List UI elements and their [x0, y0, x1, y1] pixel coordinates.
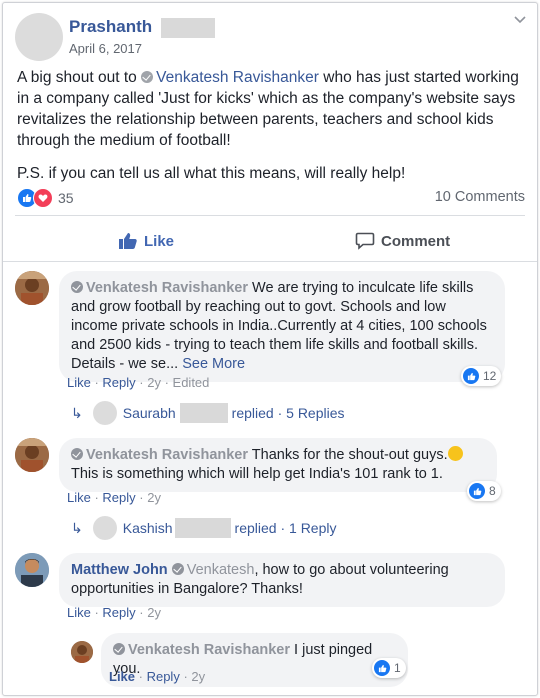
- post-author-name[interactable]: Prashanth: [69, 17, 152, 36]
- comment-reply-link[interactable]: Reply: [102, 490, 135, 505]
- reply-like-link[interactable]: Like: [109, 669, 135, 684]
- verified-icon: [141, 71, 154, 83]
- commenter-name[interactable]: Venkatesh Ravishanker: [86, 280, 248, 296]
- post-body: A big shout out to Venkatesh Ravishanker…: [17, 67, 527, 196]
- commenter-avatar[interactable]: [15, 271, 49, 305]
- see-more-link[interactable]: See More: [182, 356, 245, 372]
- commenter-avatar[interactable]: [15, 553, 49, 587]
- reaction-count: 35: [58, 190, 74, 206]
- comment-actions: Like · Reply · 2y: [67, 605, 161, 620]
- comment-like-link[interactable]: Like: [67, 375, 91, 390]
- comment-reactions[interactable]: 12: [461, 366, 502, 386]
- reply-summary[interactable]: ↳ Saurabh replied · 5 Replies: [71, 401, 345, 425]
- comment-button-label: Comment: [381, 232, 451, 250]
- redacted-surname: [174, 518, 231, 538]
- post-mention[interactable]: Venkatesh Ravishanker: [141, 69, 319, 86]
- divider: [3, 261, 537, 262]
- reply-actions: Like · Reply · 2y: [109, 669, 206, 684]
- reply-arrow-icon: ↳: [71, 519, 83, 536]
- replier-name[interactable]: Saurabh: [123, 405, 176, 421]
- comment-reactions[interactable]: 8: [467, 481, 501, 501]
- verified-icon: [113, 643, 125, 655]
- like-reaction-icon: [463, 368, 479, 384]
- comment-like-link[interactable]: Like: [67, 605, 91, 620]
- comments-count[interactable]: 10 Comments: [435, 189, 525, 205]
- comment-age[interactable]: 2y: [147, 375, 161, 390]
- verified-icon: [171, 563, 184, 575]
- post-date[interactable]: April 6, 2017: [69, 41, 142, 56]
- comment-reaction-count: 8: [489, 484, 496, 498]
- like-reaction-icon: [469, 483, 485, 499]
- reply-age[interactable]: 2y: [191, 669, 205, 684]
- comment-bubble: Matthew John Venkatesh, how to go about …: [59, 553, 505, 607]
- comment-age[interactable]: 2y: [147, 605, 161, 620]
- like-reaction-icon: [374, 660, 390, 676]
- reply-reply-link[interactable]: Reply: [147, 669, 180, 684]
- comment-bubble-icon: [355, 232, 375, 250]
- redacted-surname: [160, 17, 215, 38]
- comment-bubble: Venkatesh Ravishanker Thanks for the sho…: [59, 438, 497, 492]
- redacted-surname: [179, 403, 228, 423]
- comment-reply-link[interactable]: Reply: [102, 375, 135, 390]
- post-card: Prashanth April 6, 2017 A big shout out …: [2, 2, 538, 696]
- comment-reaction-count: 12: [483, 369, 497, 383]
- verified-icon: [71, 448, 83, 460]
- reply-reaction-count: 1: [394, 661, 401, 675]
- reply-avatar[interactable]: [71, 641, 93, 663]
- divider: [15, 215, 525, 216]
- comment-actions: Like · Reply · 2y: [67, 490, 161, 505]
- comment-text-line2: This is something which will help get In…: [71, 466, 443, 482]
- commenter-name[interactable]: Matthew John: [71, 562, 168, 578]
- comment-reply-link[interactable]: Reply: [102, 605, 135, 620]
- reply-count[interactable]: replied · 5 Replies: [232, 405, 345, 421]
- verified-icon: [71, 281, 83, 293]
- like-button[interactable]: Like: [118, 227, 174, 255]
- reply-arrow-icon: ↳: [71, 404, 83, 421]
- replier-avatar: [92, 401, 117, 425]
- comment-mention[interactable]: Venkatesh: [187, 562, 255, 578]
- love-reaction-icon: [33, 188, 53, 208]
- comment-actions: Like · Reply · 2y · Edited: [67, 375, 210, 390]
- like-button-label: Like: [144, 232, 175, 250]
- reply-count[interactable]: replied · 1 Reply: [235, 520, 337, 536]
- comment-age[interactable]: 2y: [147, 490, 161, 505]
- commenter-name[interactable]: Venkatesh Ravishanker: [86, 447, 248, 463]
- post-text-prefix: A big shout out to: [17, 69, 142, 86]
- reply-summary[interactable]: ↳ Kashish replied · 1 Reply: [71, 516, 336, 540]
- comment-like-link[interactable]: Like: [67, 490, 91, 505]
- comment-button[interactable]: Comment: [355, 227, 450, 255]
- reaction-summary[interactable]: 35: [17, 188, 74, 208]
- smile-emoji-icon: [447, 446, 463, 461]
- comment-text: Thanks for the shout-out guys.: [248, 447, 448, 463]
- post-text-ps: P.S. if you can tell us all what this me…: [17, 165, 406, 182]
- replier-name[interactable]: Kashish: [123, 520, 173, 536]
- post-author[interactable]: Prashanth: [69, 17, 215, 38]
- thumbs-up-icon: [118, 232, 138, 250]
- comment-bubble: Venkatesh Ravishanker We are trying to i…: [59, 271, 505, 382]
- reply-reactions[interactable]: 1: [372, 658, 406, 678]
- comment-edited[interactable]: Edited: [173, 375, 210, 390]
- replier-avatar: [92, 516, 117, 540]
- chevron-down-icon[interactable]: [513, 13, 527, 27]
- author-avatar[interactable]: [15, 13, 63, 61]
- commenter-avatar[interactable]: [15, 438, 49, 472]
- replier-name[interactable]: Venkatesh Ravishanker: [128, 642, 290, 658]
